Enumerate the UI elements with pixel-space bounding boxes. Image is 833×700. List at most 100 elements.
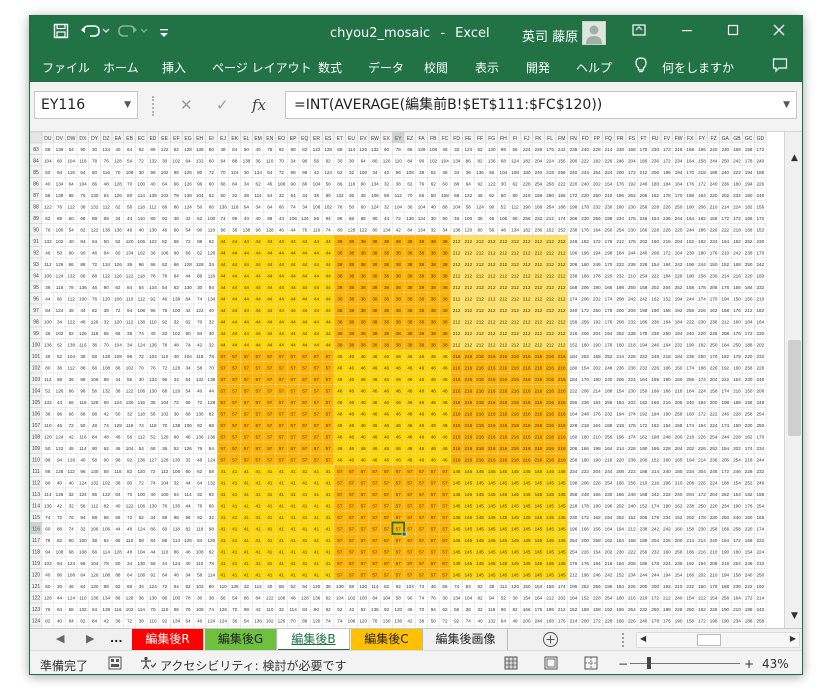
cell-value: 106	[184, 423, 192, 428]
cell-value: 126	[56, 389, 64, 394]
cell-value: 41	[279, 515, 285, 520]
tab-home[interactable]: ホーム	[103, 59, 139, 76]
cell-value: 118	[138, 274, 146, 279]
cell-value: 46	[372, 377, 378, 382]
cell-value: 52	[209, 193, 215, 198]
cell-value: 212	[721, 320, 729, 325]
cell-value: 64	[162, 182, 168, 187]
save-icon[interactable]	[48, 22, 74, 46]
cell-value: 46	[349, 458, 355, 463]
cell-value: 108	[406, 170, 414, 175]
tab-data[interactable]: データ	[368, 59, 404, 76]
tab-file[interactable]: ファイル	[42, 59, 90, 76]
maximize-icon[interactable]	[710, 16, 756, 48]
tab-review[interactable]: 校閲	[424, 59, 448, 76]
row-header-label: 111	[32, 469, 40, 475]
cell-value: 124	[102, 147, 110, 152]
cell-value: 90	[80, 251, 86, 256]
cell-value: 38	[442, 320, 448, 325]
cancel-icon[interactable]: ✕	[180, 96, 193, 114]
cell-value: 46	[454, 216, 460, 221]
tab-help[interactable]: ヘルプ	[576, 59, 612, 76]
cell-value: 68	[220, 182, 226, 187]
row-header-label: 106	[32, 412, 41, 418]
cell-value: 206	[581, 389, 589, 394]
cell-value: 38	[442, 274, 448, 279]
cell-value: 254	[756, 504, 764, 509]
cell-value: 82	[162, 239, 168, 244]
cell-value: 186	[640, 469, 648, 474]
cell-value: 44	[220, 262, 226, 267]
cell-value: 57	[279, 366, 285, 371]
cell-value: 44	[279, 274, 285, 279]
cell-value: 57	[291, 412, 297, 417]
tab-developer[interactable]: 開発	[526, 59, 550, 76]
cell-value: 40	[197, 389, 203, 394]
tab-formulas[interactable]: 数式	[318, 59, 342, 76]
cell-value: 132	[102, 492, 110, 497]
tab-insert[interactable]: 挿入	[162, 59, 186, 76]
cell-value: 184	[663, 182, 671, 187]
formula-bar-grip[interactable]	[152, 96, 155, 116]
worksheet-grid[interactable]: DU DV DW DX DY DZ EA EB EC ED EE EF EG EH EI EJ EK EL EM EN…	[30, 132, 802, 628]
cell-value: 100	[44, 320, 52, 325]
cell-value: 44	[244, 331, 250, 336]
cell-value: 66	[407, 147, 413, 152]
cell-value: 216	[546, 412, 554, 417]
ribbon-display-icon[interactable]	[616, 16, 662, 48]
name-box[interactable]: EY116 ▼	[34, 91, 138, 119]
cell-value: 204	[698, 469, 706, 474]
cell-value: 82	[104, 504, 110, 509]
cell-value: 52	[174, 147, 180, 152]
cell-value: 41	[267, 538, 273, 543]
cell-value: 56	[127, 377, 133, 382]
enter-icon[interactable]: ✓	[216, 96, 229, 114]
cell-value: 56	[92, 389, 98, 394]
cell-value: 126	[161, 458, 169, 463]
column-header-label: EA	[115, 136, 122, 142]
cell-value: 210	[710, 550, 718, 555]
tab-page-layout[interactable]: ページ レイアウト	[212, 59, 312, 76]
cell-value: 186	[686, 550, 694, 555]
cell-value: 145	[500, 561, 508, 566]
cell-value: 162	[640, 435, 648, 440]
column-header-label: GC	[745, 136, 753, 142]
cell-value: 145	[453, 492, 461, 497]
comment-icon[interactable]	[772, 57, 788, 76]
close-icon[interactable]	[756, 16, 802, 48]
formula-input[interactable]: =INT(AVERAGE(編集前B!$ET$111:$FC$120)) ▼	[285, 91, 797, 119]
select-all-corner[interactable]	[30, 132, 43, 144]
qat-customize-icon[interactable]	[156, 22, 172, 46]
minimize-icon[interactable]	[664, 16, 710, 48]
cell-grid[interactable]: DU DV DW DX DY DZ EA EB EC ED EE EF EG EH EI EJ EK EL EM EN…	[30, 132, 784, 628]
cell-value: 72	[396, 216, 402, 221]
cell-value: 57	[442, 504, 448, 509]
cell-value: 212	[546, 274, 554, 279]
tell-me-search[interactable]: 何をしますか	[662, 59, 734, 76]
cell-value: 154	[651, 216, 659, 221]
tab-view[interactable]: 表示	[475, 59, 499, 76]
expand-formula-icon[interactable]: ▼	[783, 92, 790, 118]
cell-value: 70	[407, 193, 413, 198]
cell-value: 145	[523, 504, 531, 509]
avatar[interactable]	[582, 21, 606, 45]
redo-icon[interactable]	[116, 22, 150, 46]
cell-value: 57	[302, 435, 308, 440]
user-name[interactable]: 英司 藤原	[522, 26, 578, 45]
cell-value: 212	[546, 262, 554, 267]
chevron-down-icon[interactable]: ▼	[124, 92, 131, 118]
cell-value: 145	[546, 538, 554, 543]
cell-value: 38	[419, 285, 425, 290]
cell-value: 216	[500, 435, 508, 440]
cell-value: 46	[337, 354, 343, 359]
cell-value: 80	[209, 147, 215, 152]
cell-value: 84	[232, 182, 238, 187]
cell-value: 178	[698, 515, 706, 520]
cell-value: 57	[407, 538, 413, 543]
cell-value: 212	[558, 331, 566, 336]
undo-icon[interactable]	[78, 22, 112, 46]
insert-function-button[interactable]: fx	[252, 96, 266, 114]
cell-value: 34	[150, 515, 156, 520]
cell-value: 258	[675, 550, 683, 555]
row-header-label: 93	[33, 262, 39, 268]
